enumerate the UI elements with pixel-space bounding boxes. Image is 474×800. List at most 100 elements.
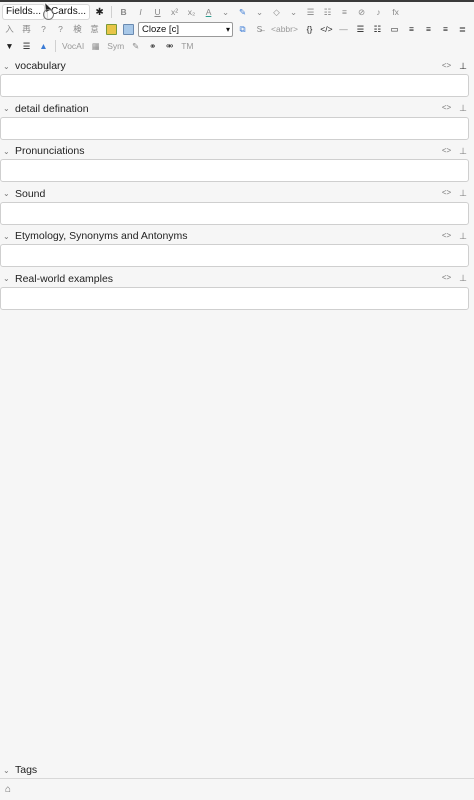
highlight-icon[interactable]: ✎	[235, 5, 250, 19]
chevron-down-icon: ▾	[225, 24, 230, 34]
chevron-down-icon[interactable]: ⌄	[3, 274, 13, 283]
attach-icon[interactable]: ⊘	[354, 5, 369, 19]
horizontal-rule-icon[interactable]: —	[336, 22, 351, 36]
field-header: ⌄ detail defination <> ⊥	[0, 102, 474, 116]
field-label: Pronunciations	[15, 145, 85, 157]
code-icon[interactable]: </>	[319, 22, 334, 36]
pin-icon[interactable]: ⊥	[459, 231, 467, 242]
field-editor[interactable]	[0, 74, 469, 97]
fields-button[interactable]: Fields...	[2, 4, 46, 20]
grid-icon[interactable]: ▦	[88, 39, 103, 53]
chevron-down-icon[interactable]: ⌄	[3, 147, 13, 156]
tag-editor[interactable]: ⌂	[0, 779, 474, 799]
field-real-world-examples: ⌄ Real-world examples <> ⊥	[0, 272, 474, 315]
toolbar-divider	[55, 40, 56, 52]
field-label: Real-world examples	[15, 272, 114, 285]
list-indent-icon[interactable]: ☰	[19, 39, 34, 53]
numbered-list-icon[interactable]: ☷	[320, 5, 335, 19]
chevron-down-icon[interactable]: ⌄	[3, 104, 13, 113]
kanji-check-icon[interactable]: 検	[70, 22, 85, 36]
pin-icon[interactable]: ⊥	[459, 61, 467, 72]
formula-icon[interactable]: fx	[388, 5, 403, 19]
underline-icon[interactable]: U	[150, 5, 165, 19]
field-actions: <> ⊥	[442, 103, 474, 114]
toolbar-divider	[111, 6, 113, 18]
mic-icon[interactable]: ♪	[371, 5, 386, 19]
cloze-select[interactable]: Cloze [c] ▾	[138, 21, 233, 37]
tags-section: ⌄ Tags ⌂	[0, 762, 474, 800]
chevron-down-icon[interactable]: ⌄	[3, 62, 13, 71]
editor-window: Fields... Cards... ✱ B I U x² x₂ A ⌄ ✎ ⌄…	[0, 0, 474, 800]
field-header: ⌄ Real-world examples <> ⊥	[0, 272, 474, 286]
field-label: detail defination	[15, 102, 89, 115]
field-editor[interactable]	[0, 244, 469, 267]
link-icon[interactable]: ⚭	[145, 39, 160, 53]
field-editor[interactable]	[0, 201, 469, 225]
html-toggle-icon[interactable]: <>	[442, 61, 451, 72]
chevron-down-icon[interactable]: ⌄	[218, 5, 233, 19]
field-header: ⌄ Etymology, Synonyms and Antonyms <> ⊥	[0, 229, 474, 243]
field-etymology: ⌄ Etymology, Synonyms and Antonyms <> ⊥	[0, 229, 474, 272]
field-header: ⌄ Sound <> ⊥	[0, 187, 474, 201]
field-editor[interactable]	[0, 159, 469, 182]
align-justify-icon[interactable]: ≣	[455, 22, 470, 36]
chevron-down-icon[interactable]: ⌄	[3, 232, 13, 241]
field-vocabulary: ⌄ vocabulary <> ⊥	[0, 59, 474, 102]
align-center-icon[interactable]: ≡	[404, 22, 419, 36]
chevron-down-icon[interactable]: ⌄	[252, 5, 267, 19]
html-toggle-icon[interactable]: <>	[442, 273, 451, 284]
tm-button[interactable]: TM	[179, 41, 195, 51]
subscript-icon[interactable]: x₂	[184, 5, 199, 19]
sym-button[interactable]: Sym	[105, 41, 126, 51]
question-icon[interactable]: ?	[53, 22, 68, 36]
app-icon[interactable]: ▲	[36, 39, 51, 53]
table-icon[interactable]: ▭	[387, 22, 402, 36]
eraser-icon[interactable]: ◇	[269, 5, 284, 19]
chevron-down-icon[interactable]: ⌄	[286, 5, 301, 19]
speech-bubble-icon[interactable]: ▼	[2, 39, 17, 53]
field-editor[interactable]	[0, 286, 469, 310]
unordered-list-icon[interactable]: ☰	[353, 22, 368, 36]
ordered-list-icon[interactable]: ☷	[370, 22, 385, 36]
html-toggle-icon[interactable]: <>	[442, 146, 451, 157]
tag-icon[interactable]: ⌂	[5, 784, 11, 795]
pin-icon[interactable]: ⊥	[459, 146, 467, 157]
field-actions: <> ⊥	[442, 146, 474, 157]
align-left-icon[interactable]: ≡	[421, 22, 436, 36]
field-list: ⌄ vocabulary <> ⊥ ⌄ detail defination <>…	[0, 55, 474, 314]
question-icon[interactable]: ?	[36, 22, 51, 36]
bold-icon[interactable]: B	[116, 5, 131, 19]
gear-icon[interactable]: ✱	[92, 5, 107, 19]
indent-icon[interactable]: ≡	[337, 5, 352, 19]
pin-icon[interactable]: ⊥	[459, 273, 467, 284]
kanji-in-icon[interactable]: 入	[2, 22, 17, 36]
field-editor[interactable]	[0, 116, 469, 140]
translate-icon[interactable]: ⧉	[235, 22, 250, 36]
braces-icon[interactable]: {}	[302, 22, 317, 36]
note-icon[interactable]	[104, 22, 119, 36]
strikethrough-icon[interactable]: S̶	[252, 22, 267, 36]
pin-icon[interactable]: ⊥	[459, 188, 467, 199]
superscript-icon[interactable]: x²	[167, 5, 182, 19]
unlink-icon[interactable]: ⚮	[162, 39, 177, 53]
pin-icon[interactable]: ⊥	[459, 103, 467, 114]
kanji-meaning-icon[interactable]: 意	[87, 22, 102, 36]
edit-doc-icon[interactable]: ✎	[128, 39, 143, 53]
vocai-button[interactable]: VocAI	[60, 41, 86, 51]
text-color-icon[interactable]: A	[201, 5, 216, 19]
chevron-down-icon[interactable]: ⌄	[3, 189, 13, 198]
toolbar-row-1: Fields... Cards... ✱ B I U x² x₂ A ⌄ ✎ ⌄…	[2, 4, 472, 20]
chevron-down-icon[interactable]: ⌄	[3, 766, 13, 775]
bullet-list-icon[interactable]: ☰	[303, 5, 318, 19]
image-icon[interactable]	[121, 22, 136, 36]
align-right-icon[interactable]: ≡	[438, 22, 453, 36]
html-toggle-icon[interactable]: <>	[442, 103, 451, 114]
html-toggle-icon[interactable]: <>	[442, 188, 451, 199]
field-pronunciations: ⌄ Pronunciations <> ⊥	[0, 144, 474, 187]
field-header: ⌄ Pronunciations <> ⊥	[0, 144, 474, 158]
html-toggle-icon[interactable]: <>	[442, 231, 451, 242]
kanji-again-icon[interactable]: 再	[19, 22, 34, 36]
italic-icon[interactable]: I	[133, 5, 148, 19]
abbr-button[interactable]: <abbr>	[269, 24, 300, 34]
field-actions: <> ⊥	[442, 61, 474, 72]
